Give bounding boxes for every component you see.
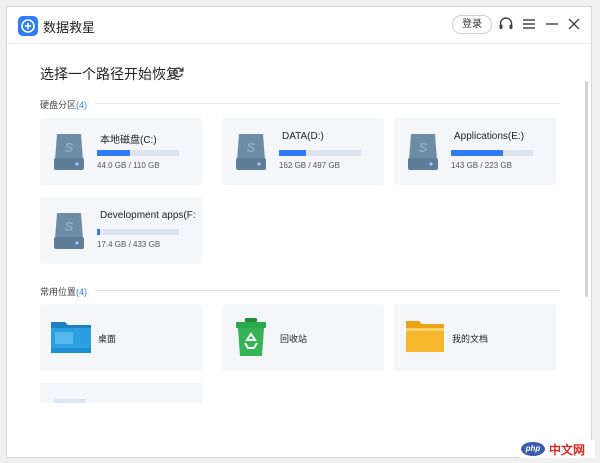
location-card-recycle-bin[interactable]: 回收站 bbox=[222, 304, 384, 371]
drive-usage-bar bbox=[279, 150, 361, 156]
svg-text:S: S bbox=[247, 140, 256, 155]
title-bar: 数据救星 登录 bbox=[7, 7, 591, 44]
hard-drive-icon: S bbox=[408, 134, 438, 170]
drive-usage-fill bbox=[97, 229, 101, 235]
close-icon[interactable] bbox=[565, 15, 583, 33]
locations-section-label: 常用位置(4) bbox=[40, 285, 87, 298]
drive-card-c[interactable]: S 本地磁盘(C:) 44.0 GB / 110 GB bbox=[40, 118, 202, 185]
app-window: 数据救星 登录 选择一个路径开始恢复 硬盘分区(4) S 本地磁盘(C:) 44… bbox=[6, 6, 592, 458]
watermark-text: 中文网 bbox=[549, 443, 586, 457]
headset-support-icon[interactable] bbox=[497, 15, 515, 33]
drives-section-count: (4) bbox=[76, 100, 88, 110]
hard-drive-icon: S bbox=[54, 134, 84, 170]
drive-size: 44.0 GB / 110 GB bbox=[97, 161, 160, 170]
location-card-documents[interactable]: 我的文档 bbox=[394, 304, 556, 371]
minimize-icon[interactable] bbox=[543, 15, 561, 33]
drive-usage-fill bbox=[451, 150, 504, 156]
drive-usage-bar bbox=[451, 150, 533, 156]
svg-text:S: S bbox=[65, 219, 74, 234]
drive-usage-fill bbox=[279, 150, 307, 156]
drive-usage-fill bbox=[97, 150, 130, 156]
desktop-folder-icon bbox=[51, 322, 91, 353]
locations-section-count: (4) bbox=[76, 287, 88, 297]
location-name: 桌面 bbox=[98, 334, 117, 344]
drive-name: 本地磁盘(C:) bbox=[100, 135, 157, 146]
app-title: 数据救星 bbox=[43, 20, 96, 35]
folder-icon bbox=[54, 399, 86, 403]
location-card-desktop[interactable]: 桌面 bbox=[40, 304, 202, 371]
locations-section-title: 常用位置 bbox=[40, 287, 77, 297]
location-name: 回收站 bbox=[280, 334, 308, 344]
watermark: php 中文网 bbox=[519, 440, 595, 458]
location-name: 我的文档 bbox=[452, 334, 489, 344]
documents-folder-icon bbox=[406, 321, 444, 352]
hard-drive-icon: S bbox=[236, 134, 266, 170]
drive-card-f[interactable]: S Development apps(F: 17.4 GB / 433 GB bbox=[40, 197, 202, 264]
login-button[interactable]: 登录 bbox=[452, 15, 492, 34]
drive-name: Development apps(F: bbox=[100, 210, 196, 221]
app-logo-icon bbox=[18, 16, 38, 36]
location-card-partial[interactable] bbox=[40, 383, 202, 403]
drive-usage-bar bbox=[97, 150, 179, 156]
drive-name: Applications(E:) bbox=[454, 131, 525, 142]
page-title: 选择一个路径开始恢复 bbox=[40, 66, 180, 82]
drive-size: 143 GB / 223 GB bbox=[451, 161, 512, 170]
drive-card-d[interactable]: S DATA(D:) 162 GB / 497 GB bbox=[222, 118, 384, 185]
drives-section-label: 硬盘分区(4) bbox=[40, 98, 87, 111]
svg-text:S: S bbox=[419, 140, 428, 155]
svg-text:S: S bbox=[65, 140, 74, 155]
menu-icon[interactable] bbox=[520, 15, 538, 33]
section-divider bbox=[95, 103, 560, 104]
drive-name: DATA(D:) bbox=[282, 131, 324, 142]
hard-drive-icon: S bbox=[54, 213, 84, 249]
drive-size: 17.4 GB / 433 GB bbox=[97, 240, 161, 249]
drives-section-title: 硬盘分区 bbox=[40, 100, 77, 110]
drive-card-e[interactable]: S Applications(E:) 143 GB / 223 GB bbox=[394, 118, 556, 185]
recycle-bin-icon bbox=[236, 318, 266, 356]
watermark-logo: php bbox=[521, 442, 545, 456]
drive-usage-bar bbox=[97, 229, 179, 235]
section-divider bbox=[95, 290, 560, 291]
refresh-icon[interactable] bbox=[171, 65, 185, 79]
drive-size: 162 GB / 497 GB bbox=[279, 161, 340, 170]
scrollbar[interactable] bbox=[585, 81, 588, 297]
